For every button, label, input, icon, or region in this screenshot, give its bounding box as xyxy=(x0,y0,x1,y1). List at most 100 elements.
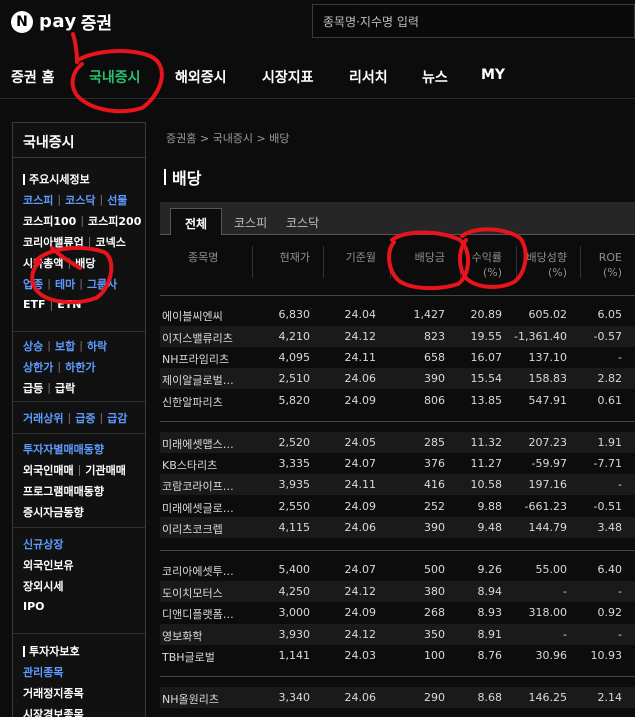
sidebar-link[interactable]: 급락 xyxy=(55,380,75,396)
sidebar-link[interactable]: 거래상위 xyxy=(23,410,63,426)
sidebar-link[interactable]: 상승 xyxy=(23,338,43,354)
nav-market-indicators[interactable]: 시장지표 xyxy=(262,67,314,87)
sidebar-link[interactable]: 프로그램매매동향 xyxy=(23,483,104,499)
column-header[interactable]: 현재가 xyxy=(280,250,310,265)
sidebar-link[interactable]: 하한가 xyxy=(65,359,95,375)
nav-my[interactable]: MY xyxy=(481,67,505,83)
table-row[interactable]: NH올원리츠 3,340 24.06 290 8.68 146.25 2.14 xyxy=(160,687,635,708)
sidebar-link[interactable]: 테마 xyxy=(55,276,75,292)
npay-logo[interactable]: N pay 증권 xyxy=(11,9,112,34)
sidebar-link[interactable]: 코스피 xyxy=(23,192,53,208)
sidebar-link[interactable]: 업종 xyxy=(23,276,43,292)
stock-name-link[interactable]: 이지스밸류리츠 xyxy=(162,330,272,346)
sidebar-link[interactable]: 배당 xyxy=(75,255,95,271)
sidebar-link[interactable]: ETF xyxy=(23,298,46,311)
separator: | xyxy=(79,277,83,290)
sidebar-link[interactable]: ETN xyxy=(57,298,81,311)
sidebar-link[interactable]: 그룹사 xyxy=(87,276,117,292)
stock-name-link[interactable]: 에이블씨엔씨 xyxy=(162,308,272,324)
table-row[interactable]: 에이블씨엔씨 6,830 24.04 1,427 20.89 605.02 6.05 xyxy=(160,304,635,325)
table-cell: 11.27 xyxy=(470,457,503,470)
sidebar-link[interactable]: 선물 xyxy=(107,192,127,208)
sidebar-link[interactable]: 코스피100 xyxy=(23,213,76,229)
sidebar-link[interactable]: 증시자금동향 xyxy=(23,504,84,520)
stock-name-link[interactable]: NH올원리츠 xyxy=(162,691,272,707)
table-row[interactable]: 도이치모터스 4,250 24.12 380 8.94 - - xyxy=(160,581,635,602)
sidebar-link[interactable]: 급증 xyxy=(75,410,95,426)
table-row[interactable]: 이지스밸류리츠 4,210 24.12 823 19.55 -1,361.40 -0.57 xyxy=(160,326,635,347)
sidebar-link[interactable]: 기관매매 xyxy=(85,462,125,478)
table-cell: -0.57 xyxy=(593,330,622,343)
stock-name-link[interactable]: 코리아에셋투… xyxy=(162,563,272,579)
stock-name-link[interactable]: 제이알글로벌… xyxy=(162,372,272,388)
sidebar-link[interactable]: 상한가 xyxy=(23,359,53,375)
sidebar-link[interactable]: 코스피200 xyxy=(88,213,141,229)
table-row[interactable]: 코람코라이프… 3,935 24.11 416 10.58 197.16 - xyxy=(160,474,635,495)
sidebar-row: IPO xyxy=(23,596,74,617)
column-header[interactable]: ROE (%) xyxy=(599,250,622,280)
stock-name-link[interactable]: KB스타리츠 xyxy=(162,457,272,473)
table-row[interactable]: 미래에셋맵스… 2,520 24.05 285 11.32 207.23 1.91 xyxy=(160,432,635,453)
table-row[interactable]: 신한알파리츠 5,820 24.09 806 13.85 547.91 0.61 xyxy=(160,390,635,411)
stock-name-link[interactable]: 미래에셋글로… xyxy=(162,500,272,516)
sidebar-link[interactable]: 외국인매매 xyxy=(23,462,74,478)
column-header[interactable]: 종목명 xyxy=(188,250,218,265)
column-header[interactable]: 수익률 (%) xyxy=(472,250,502,280)
table-row[interactable]: 제이알글로벌… 2,510 24.06 390 15.54 158.83 2.82 xyxy=(160,368,635,389)
sidebar-link[interactable]: 코넥스 xyxy=(95,234,125,250)
table-row[interactable]: KB스타리츠 3,335 24.07 376 11.27 -59.97 -7.71 xyxy=(160,453,635,474)
nav-research[interactable]: 리서치 xyxy=(349,67,388,87)
stock-name-link[interactable]: 디앤디플랫폼… xyxy=(162,606,272,622)
table-row[interactable]: 이리츠코크렙 4,115 24.06 390 9.48 144.79 3.48 xyxy=(160,517,635,538)
sidebar-link[interactable]: 거래정지종목 xyxy=(23,685,84,701)
nav-news[interactable]: 뉴스 xyxy=(422,67,448,87)
table-row[interactable]: 코리아에셋투… 5,400 24.07 500 9.26 55.00 6.40 xyxy=(160,559,635,580)
sidebar-link[interactable]: 장외시세 xyxy=(23,578,63,594)
nav-domestic-market[interactable]: 국내증시 xyxy=(89,67,141,87)
column-header[interactable]: 배당금 xyxy=(415,250,445,265)
sidebar-link[interactable]: 하락 xyxy=(87,338,107,354)
sidebar-link[interactable]: 급등 xyxy=(23,380,43,396)
stock-name-link[interactable]: TBH글로벌 xyxy=(162,649,272,665)
column-header[interactable]: 배당성향 (%) xyxy=(527,250,567,280)
table-cell: 416 xyxy=(424,478,445,491)
sidebar-link[interactable]: IPO xyxy=(23,600,45,613)
table-row[interactable]: 영보화학 3,930 24.12 350 8.91 - - xyxy=(160,624,635,645)
sidebar-link[interactable]: 관리종목 xyxy=(23,664,63,680)
sidebar-row: 코스피100 | 코스피200 xyxy=(23,210,141,231)
stock-name-link[interactable]: NH프라임리츠 xyxy=(162,351,272,367)
stock-name-link[interactable]: 신한알파리츠 xyxy=(162,394,272,410)
tab-kosdaq[interactable]: 코스닥 xyxy=(272,208,333,235)
nav-overseas-market[interactable]: 해외증시 xyxy=(175,67,227,87)
stock-name-link[interactable]: 영보화학 xyxy=(162,628,272,644)
table-cell: 0.61 xyxy=(597,394,623,407)
separator: | xyxy=(80,214,85,227)
sidebar-link[interactable]: 시장경보종목 xyxy=(23,706,84,717)
divider xyxy=(13,331,145,332)
stock-name-link[interactable]: 미래에셋맵스… xyxy=(162,436,272,452)
sidebar-rows: 코스피 | 코스닥 | 선물 코스피100 | 코스피200 코리아밸류업 | 코넥스 시가총액 | 배당… xyxy=(23,189,141,315)
table-row[interactable]: NH프라임리츠 4,095 24.11 658 16.07 137.10 - xyxy=(160,347,635,368)
table-cell: 4,115 xyxy=(278,521,311,534)
sidebar-link[interactable]: 신규상장 xyxy=(23,536,63,552)
table-row[interactable]: TBH글로벌 1,141 24.03 100 8.76 30.96 10.93 xyxy=(160,645,635,666)
nav-stock-home[interactable]: 증권 홈 xyxy=(11,67,55,87)
table-cell: 24.06 xyxy=(344,521,377,534)
sidebar-link[interactable]: 보합 xyxy=(55,338,75,354)
sidebar-link[interactable]: 투자자별매매동향 xyxy=(23,441,104,457)
table-cell: - xyxy=(618,628,622,641)
sidebar-link[interactable]: 코리아밸류업 xyxy=(23,234,84,250)
stock-name-link[interactable]: 이리츠코크렙 xyxy=(162,521,272,537)
sidebar-link[interactable]: 시가총액 xyxy=(23,255,63,271)
sidebar-link[interactable]: 외국인보유 xyxy=(23,557,74,573)
table-cell: 806 xyxy=(424,394,445,407)
table-row[interactable]: 디앤디플랫폼… 3,000 24.09 268 8.93 318.00 0.92 xyxy=(160,602,635,623)
stock-name-link[interactable]: 도이치모터스 xyxy=(162,585,272,601)
tab-all[interactable]: 전체 xyxy=(170,208,223,235)
sidebar-link[interactable]: 코스닥 xyxy=(65,192,95,208)
stock-name-link[interactable]: 코람코라이프… xyxy=(162,478,272,494)
search-input[interactable]: 종목명·지수명 입력 xyxy=(312,4,635,38)
sidebar-link[interactable]: 급감 xyxy=(107,410,127,426)
table-row[interactable]: 미래에셋글로… 2,550 24.09 252 9.88 -661.23 -0.51 xyxy=(160,496,635,517)
column-header[interactable]: 기준월 xyxy=(346,250,376,265)
